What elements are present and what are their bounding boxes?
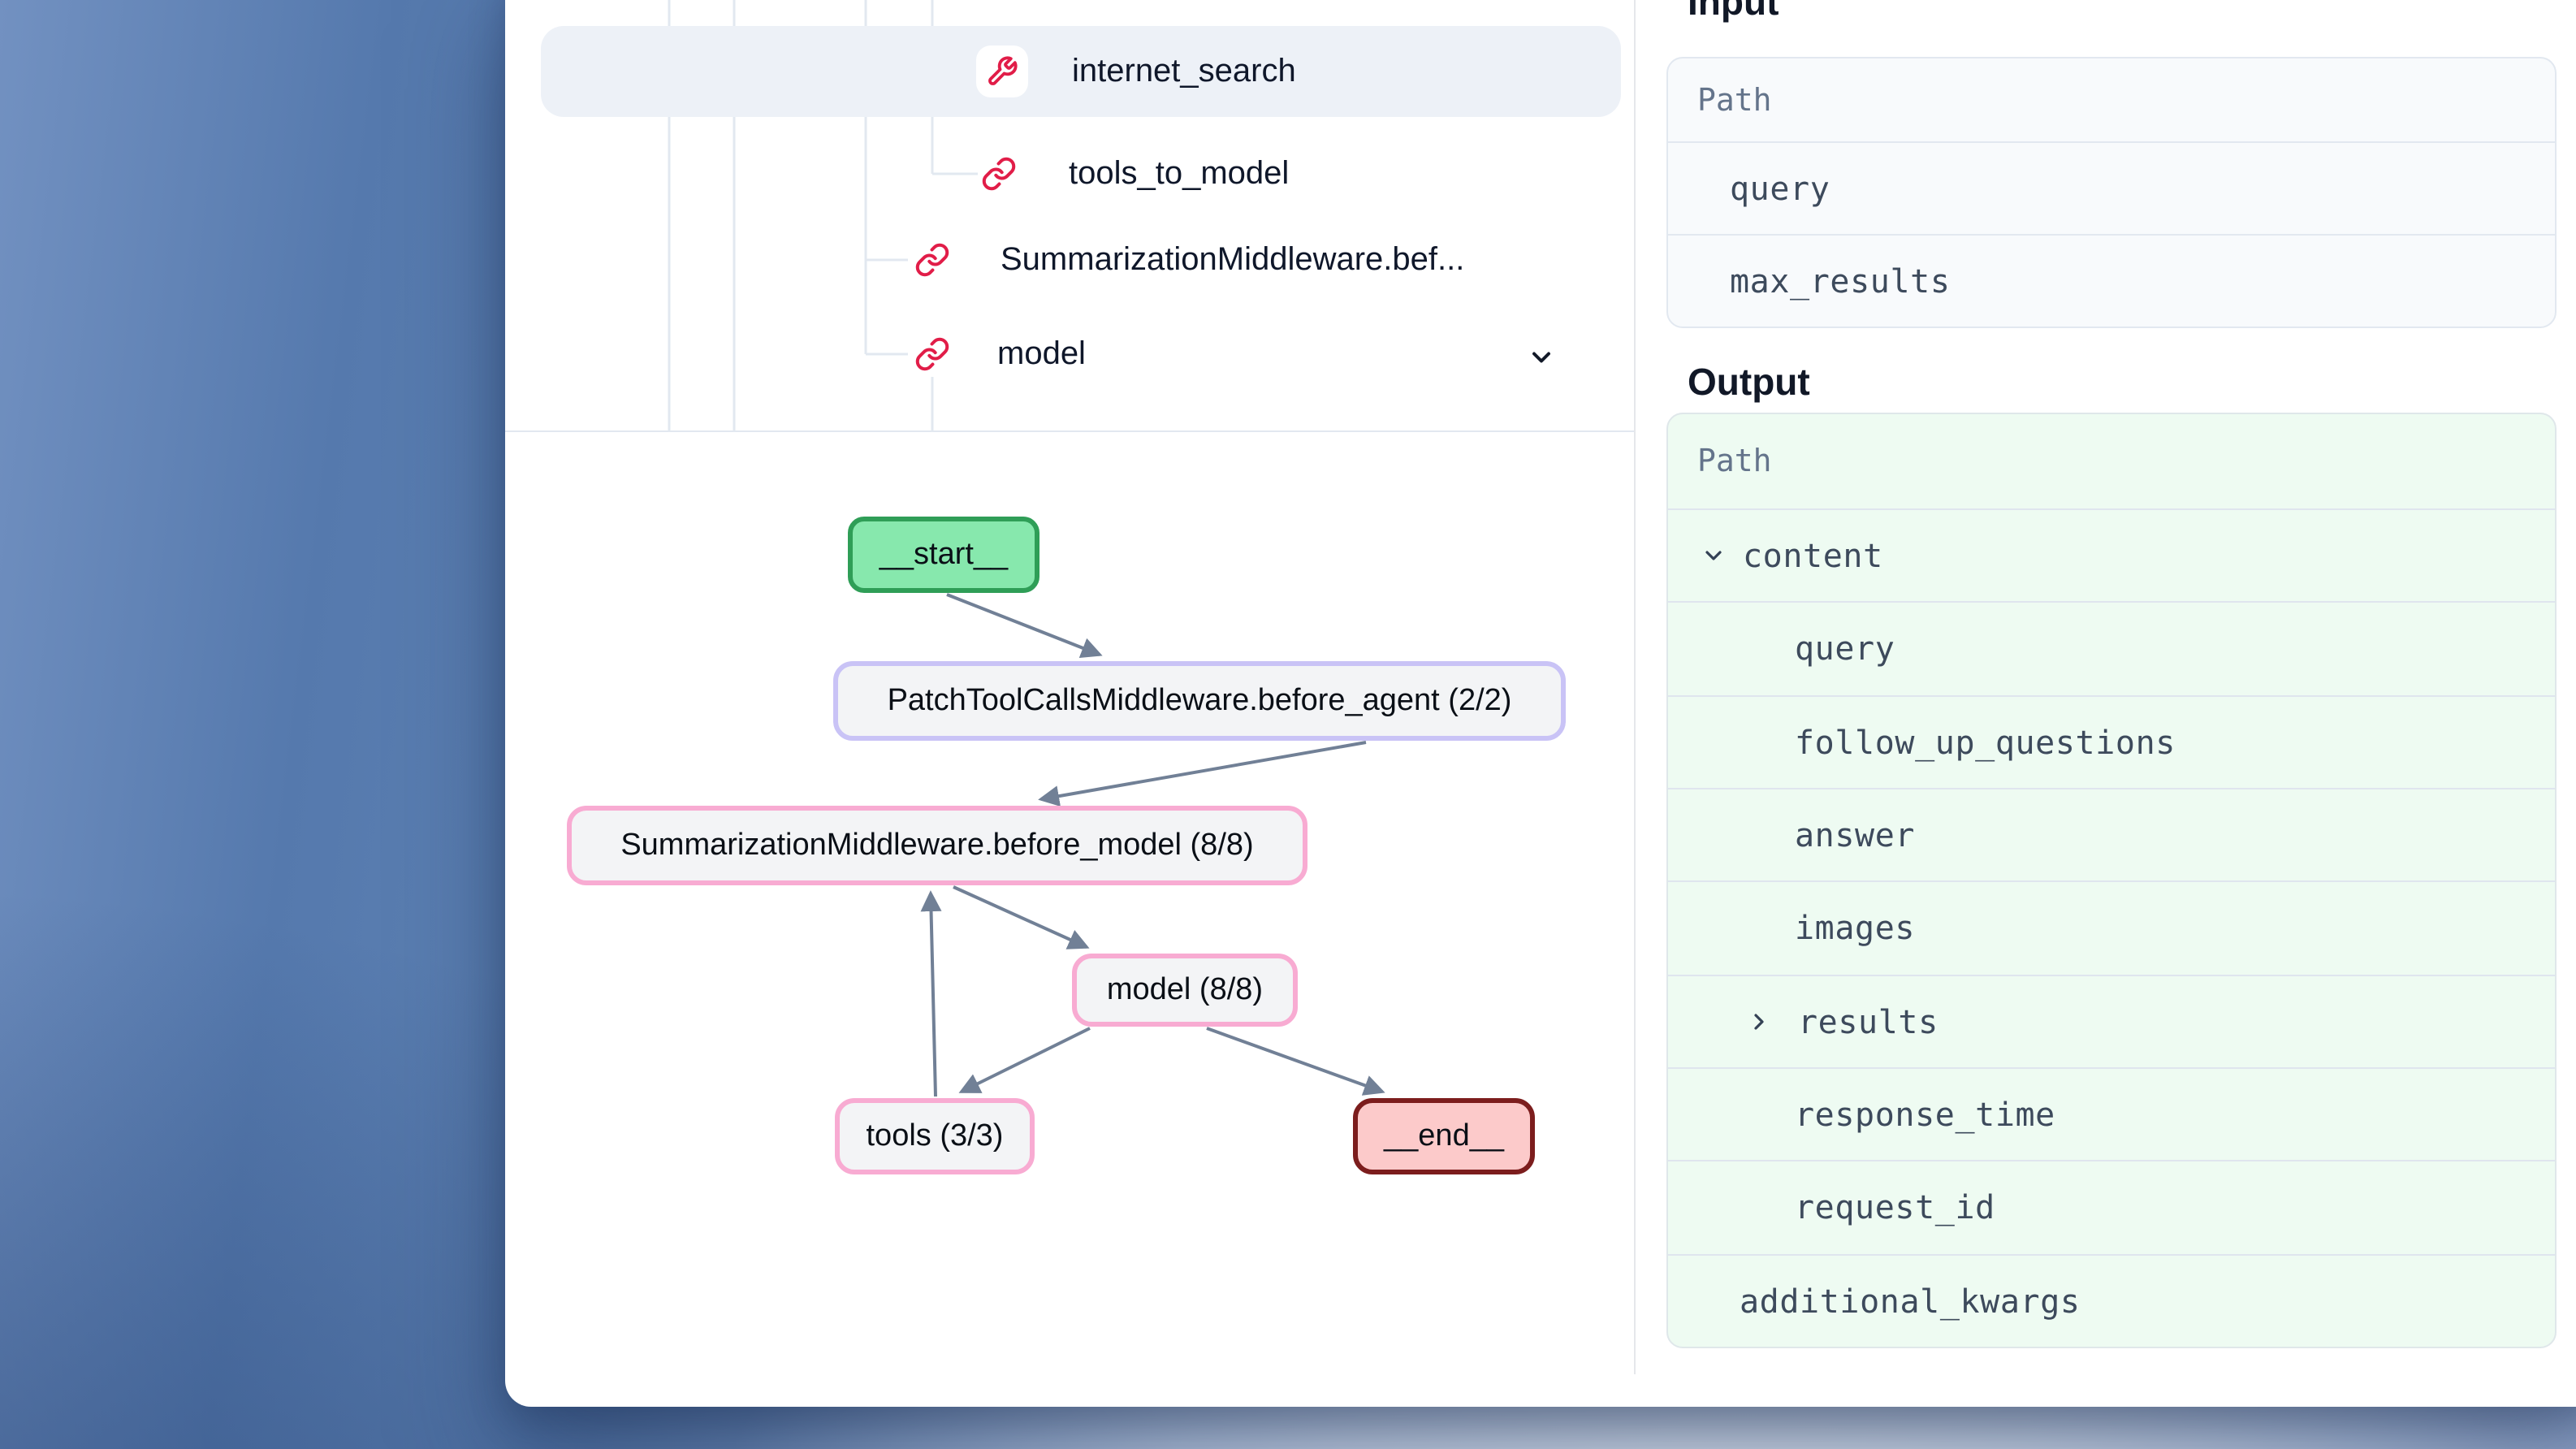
chevron-down-icon[interactable]: [1701, 543, 1727, 569]
output-row-response-time: response_time: [1668, 1067, 2555, 1161]
output-row-query: query: [1668, 602, 2555, 695]
graph-node-model[interactable]: model (8/8): [1072, 954, 1298, 1027]
edge-model-to-end: [1207, 1028, 1382, 1092]
edge-start-to-patch: [947, 595, 1100, 655]
input-row-query: query: [1668, 141, 2555, 234]
input-path-header: Path: [1668, 58, 2555, 141]
output-row-follow-up-questions: follow_up_questions: [1668, 694, 2555, 788]
output-row-content[interactable]: content: [1668, 508, 2555, 602]
graph-node-patch-tool-calls-middleware[interactable]: PatchToolCallsMiddleware.before_agent (2…: [833, 661, 1566, 741]
output-row-answer: answer: [1668, 788, 2555, 881]
input-row-max-results: max_results: [1668, 234, 2555, 327]
graph-node-start[interactable]: __start__: [848, 517, 1039, 593]
trace-viewer-window: internet_search tools_to_model: [505, 0, 2576, 1407]
run-detail-pane: Input Path query max_results Output P: [1636, 0, 2576, 1374]
output-path-header: Path: [1668, 414, 2555, 508]
edge-patch-to-summarization: [1041, 742, 1366, 799]
output-section-title: Output: [1688, 361, 1810, 404]
graph-node-end[interactable]: __end__: [1353, 1098, 1535, 1174]
output-row-additional-kwargs: additional_kwargs: [1668, 1253, 2555, 1347]
output-row-images: images: [1668, 881, 2555, 975]
run-tree-and-graph-pane: internet_search tools_to_model: [505, 0, 1634, 1374]
graph-node-tools[interactable]: tools (3/3): [835, 1098, 1035, 1174]
chevron-right-icon[interactable]: [1746, 1009, 1772, 1035]
edge-model-to-tools: [962, 1028, 1090, 1092]
input-section-title: Input: [1688, 0, 1779, 24]
output-row-request-id: request_id: [1668, 1161, 2555, 1254]
graph-node-summarization-middleware[interactable]: SummarizationMiddleware.before_model (8/…: [567, 806, 1307, 885]
output-row-results[interactable]: results: [1668, 974, 2555, 1067]
input-path-table: Path query max_results: [1666, 57, 2557, 328]
desktop-wallpaper: internet_search tools_to_model: [0, 0, 2576, 1449]
output-path-table: Path content query foll: [1666, 413, 2557, 1348]
edge-summarization-to-model: [953, 887, 1087, 947]
edge-tools-to-summarization: [931, 893, 936, 1096]
